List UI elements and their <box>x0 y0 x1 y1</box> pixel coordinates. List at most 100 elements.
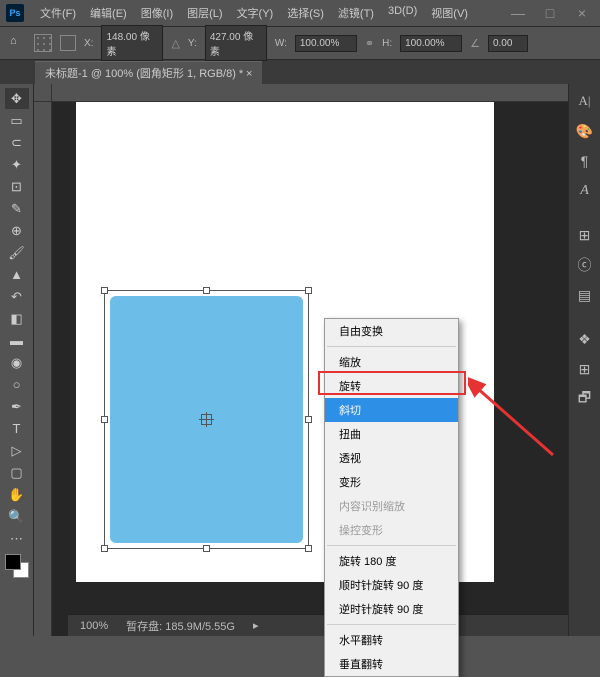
ctx-separator <box>327 545 456 546</box>
ctx-warp[interactable]: 变形 <box>325 470 458 494</box>
path-tool[interactable]: ▷ <box>5 440 29 461</box>
status-arrow-icon[interactable]: ▸ <box>253 619 259 632</box>
ctx-content-aware: 内容识别缩放 <box>325 494 458 518</box>
triangle-icon[interactable]: △ <box>171 37 179 50</box>
reference-point-icon[interactable] <box>34 34 52 52</box>
ruler-vertical[interactable] <box>34 102 52 636</box>
zoom-tool[interactable]: 🔍 <box>5 506 29 527</box>
titlebar: Ps 文件(F) 编辑(E) 图像(I) 图层(L) 文字(Y) 选择(S) 滤… <box>0 0 600 26</box>
handle-bot-mid[interactable] <box>203 545 210 552</box>
link-icon[interactable]: ⚭ <box>365 37 374 50</box>
pen-tool[interactable]: ✒ <box>5 396 29 417</box>
angle-field[interactable]: 0.00 <box>488 35 528 52</box>
heal-tool[interactable]: ⊕ <box>5 220 29 241</box>
paragraph-panel-icon[interactable]: ¶ <box>575 152 595 170</box>
stamp-tool[interactable]: ▲ <box>5 264 29 285</box>
dodge-tool[interactable]: ○ <box>5 374 29 395</box>
edit-toolbar[interactable]: ⋯ <box>5 528 29 549</box>
ctx-scale[interactable]: 缩放 <box>325 350 458 374</box>
move-tool[interactable]: ✥ <box>5 88 29 109</box>
tab-label: 未标题-1 @ 100% (圆角矩形 1, RGB/8) * <box>45 68 243 80</box>
shape-tool[interactable]: ▢ <box>5 462 29 483</box>
close-button[interactable]: × <box>570 5 594 21</box>
glyph-panel-icon[interactable]: A <box>575 182 595 200</box>
ctx-flip-h[interactable]: 水平翻转 <box>325 628 458 652</box>
tab-close-icon[interactable]: × <box>246 68 252 80</box>
ctx-rotate-ccw[interactable]: 逆时针旋转 90 度 <box>325 597 458 621</box>
ruler-horizontal[interactable] <box>52 84 568 102</box>
menu-view[interactable]: 视图(V) <box>425 2 474 24</box>
blur-tool[interactable]: ◉ <box>5 352 29 373</box>
maximize-button[interactable]: □ <box>538 5 562 21</box>
h-field[interactable]: 100.00% <box>400 35 462 52</box>
window-buttons: — □ × <box>506 5 594 21</box>
eraser-tool[interactable]: ◧ <box>5 308 29 329</box>
menu-type[interactable]: 文字(Y) <box>231 2 280 24</box>
document-tab[interactable]: 未标题-1 @ 100% (圆角矩形 1, RGB/8) * × <box>35 61 262 84</box>
ctx-distort[interactable]: 扭曲 <box>325 422 458 446</box>
handle-bot-left[interactable] <box>101 545 108 552</box>
h-label: H: <box>382 38 392 49</box>
canvas-area: 100% 暂存盘: 185.9M/5.55G ▸ <box>34 84 568 636</box>
menu-3d[interactable]: 3D(D) <box>382 2 423 24</box>
ctx-rotate-180[interactable]: 旋转 180 度 <box>325 549 458 573</box>
handle-mid-left[interactable] <box>101 416 108 423</box>
x-field[interactable]: 148.00 像素 <box>101 25 163 61</box>
x-label: X: <box>84 38 93 49</box>
history-tool[interactable]: ↶ <box>5 286 29 307</box>
ctx-free-transform[interactable]: 自由变换 <box>325 319 458 343</box>
lasso-tool[interactable]: ⊂ <box>5 132 29 153</box>
eyedropper-tool[interactable]: ✎ <box>5 198 29 219</box>
menu-file[interactable]: 文件(F) <box>34 2 82 24</box>
toolbox: ✥ ▭ ⊂ ✦ ⊡ ✎ ⊕ 🖌 ▲ ↶ ◧ ▬ ◉ ○ ✒ T ▷ ▢ ✋ 🔍 … <box>0 84 34 636</box>
handle-mid-right[interactable] <box>305 416 312 423</box>
hand-tool[interactable]: ✋ <box>5 484 29 505</box>
handle-top-right[interactable] <box>305 287 312 294</box>
workspace: ✥ ▭ ⊂ ✦ ⊡ ✎ ⊕ 🖌 ▲ ↶ ◧ ▬ ◉ ○ ✒ T ▷ ▢ ✋ 🔍 … <box>0 84 600 636</box>
transform-center[interactable] <box>201 414 212 425</box>
minimize-button[interactable]: — <box>506 5 530 21</box>
ps-logo: Ps <box>6 4 24 22</box>
cloud-panel-icon[interactable]: ⓒ <box>575 256 595 274</box>
w-label: W: <box>275 38 287 49</box>
crop-tool[interactable]: ⊡ <box>5 176 29 197</box>
y-field[interactable]: 427.00 像素 <box>205 25 267 61</box>
y-label: Y: <box>188 38 197 49</box>
tool-preset-icon[interactable]: ⌂ <box>10 35 26 51</box>
zoom-level[interactable]: 100% <box>80 620 108 632</box>
character-panel-icon[interactable]: A| <box>575 92 595 110</box>
ctx-skew[interactable]: 斜切 <box>325 398 458 422</box>
history-panel-icon[interactable]: 🗗 <box>575 390 595 408</box>
document-tabs: 未标题-1 @ 100% (圆角矩形 1, RGB/8) * × <box>0 60 600 84</box>
handle-top-mid[interactable] <box>203 287 210 294</box>
ctx-rotate[interactable]: 旋转 <box>325 374 458 398</box>
libraries-panel-icon[interactable]: ⊞ <box>575 226 595 244</box>
menu-edit[interactable]: 编辑(E) <box>84 2 133 24</box>
transform-bounding-box[interactable] <box>104 290 309 549</box>
swatches-panel-icon[interactable]: ⊞ <box>575 360 595 378</box>
marquee-tool[interactable]: ▭ <box>5 110 29 131</box>
angle-icon: ∠ <box>470 37 480 50</box>
menubar: 文件(F) 编辑(E) 图像(I) 图层(L) 文字(Y) 选择(S) 滤镜(T… <box>34 2 474 24</box>
relative-icon[interactable] <box>60 35 76 51</box>
layers-panel-icon[interactable]: ❖ <box>575 330 595 348</box>
ctx-rotate-cw[interactable]: 顺时针旋转 90 度 <box>325 573 458 597</box>
ctx-puppet-warp: 操控变形 <box>325 518 458 542</box>
type-tool[interactable]: T <box>5 418 29 439</box>
w-field[interactable]: 100.00% <box>295 35 357 52</box>
menu-select[interactable]: 选择(S) <box>281 2 330 24</box>
menu-filter[interactable]: 滤镜(T) <box>332 2 380 24</box>
brush-tool[interactable]: 🖌 <box>5 242 29 263</box>
handle-top-left[interactable] <box>101 287 108 294</box>
ctx-separator <box>327 346 456 347</box>
color-swatch[interactable] <box>5 554 29 578</box>
adjustments-panel-icon[interactable]: ▤ <box>575 286 595 304</box>
menu-image[interactable]: 图像(I) <box>135 2 179 24</box>
wand-tool[interactable]: ✦ <box>5 154 29 175</box>
menu-layer[interactable]: 图层(L) <box>181 2 228 24</box>
ctx-perspective[interactable]: 透视 <box>325 446 458 470</box>
gradient-tool[interactable]: ▬ <box>5 330 29 351</box>
color-panel-icon[interactable]: 🎨 <box>575 122 595 140</box>
ctx-flip-v[interactable]: 垂直翻转 <box>325 652 458 676</box>
handle-bot-right[interactable] <box>305 545 312 552</box>
